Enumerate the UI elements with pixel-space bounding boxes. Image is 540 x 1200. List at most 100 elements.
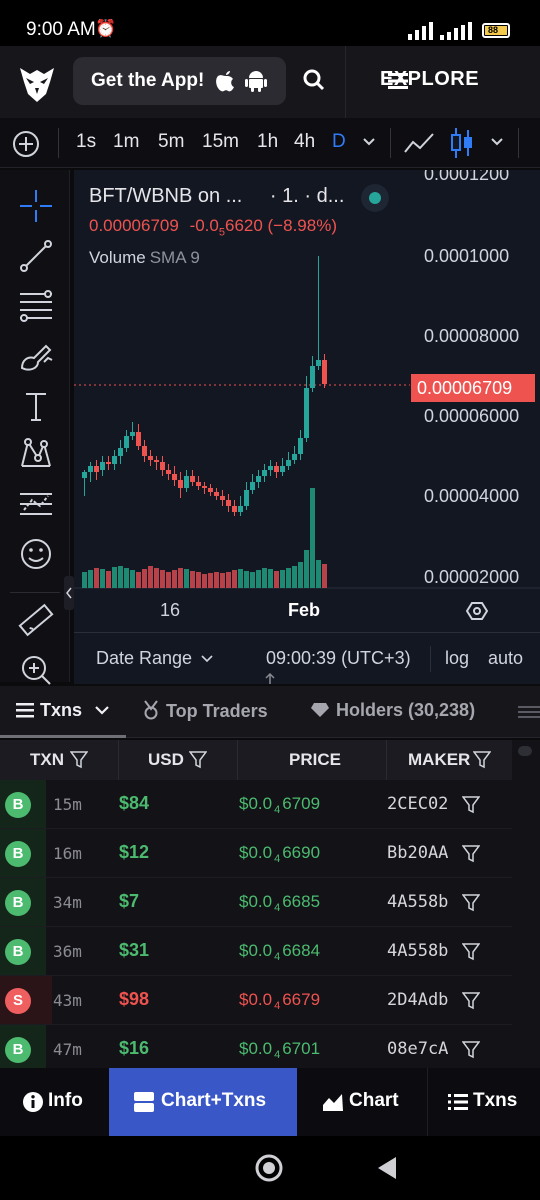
- txn-type-badge: B: [5, 890, 31, 916]
- volume-legend[interactable]: Volume SMA 9: [89, 248, 200, 268]
- txn-maker[interactable]: 08e7cA: [387, 1039, 448, 1059]
- volume-bar: [190, 571, 195, 588]
- back-button-icon[interactable]: [376, 1156, 398, 1180]
- filter-icon[interactable]: [462, 992, 480, 1010]
- timeframe-d[interactable]: D: [332, 131, 346, 153]
- log-scale-button[interactable]: log: [445, 648, 469, 669]
- txn-age: 15m: [53, 795, 82, 814]
- txn-maker[interactable]: Bb20AA: [387, 843, 448, 863]
- table-row[interactable]: B 47m $16 $0.0 4 6701 08e7cA: [0, 1025, 512, 1068]
- chevron-down-icon[interactable]: [362, 137, 376, 147]
- volume-bar: [310, 488, 315, 588]
- logo-icon[interactable]: [16, 62, 58, 104]
- txn-usd: $98: [119, 989, 150, 1009]
- filter-icon[interactable]: [462, 845, 480, 863]
- volume-bar: [148, 566, 153, 588]
- candle: [310, 366, 315, 388]
- candle: [178, 480, 183, 488]
- volume-bar: [202, 574, 207, 588]
- filter-icon[interactable]: [462, 796, 480, 814]
- filter-icon[interactable]: [189, 751, 207, 769]
- volume-bar: [178, 568, 183, 588]
- txn-usd: $31: [119, 940, 150, 960]
- candle: [154, 460, 159, 462]
- timeframe-5m[interactable]: 5m: [158, 131, 184, 153]
- brush-icon[interactable]: [14, 336, 58, 376]
- price-chart[interactable]: BFT/WBNB on ... · 1. · d... 0.00006709 -…: [74, 170, 540, 684]
- get-app-button[interactable]: Get the App!: [73, 57, 286, 105]
- timeframe-1m[interactable]: 1m: [113, 131, 139, 153]
- emoji-icon[interactable]: [14, 534, 58, 574]
- filter-icon[interactable]: [462, 894, 480, 912]
- filter-icon[interactable]: [462, 1041, 480, 1059]
- candle: [82, 472, 87, 478]
- medal-icon: [144, 700, 158, 720]
- table-row[interactable]: B 36m $31 $0.0 4 6684 4A558b: [0, 927, 512, 976]
- collapse-tools-handle[interactable]: [64, 576, 74, 610]
- home-button-icon[interactable]: [255, 1154, 283, 1182]
- candlestick-icon[interactable]: [450, 126, 474, 160]
- pair-title[interactable]: BFT/WBNB on ... · 1. · d...: [89, 185, 344, 208]
- explore-button[interactable]: EXPLORE: [380, 68, 479, 91]
- filter-icon[interactable]: [462, 943, 480, 961]
- txn-type-badge: B: [5, 841, 31, 867]
- filter-icon[interactable]: [473, 751, 491, 769]
- table-scrollbar[interactable]: [512, 740, 540, 1068]
- txn-maker[interactable]: 2D4Adb: [387, 990, 448, 1010]
- chart-type-chevron-icon[interactable]: [490, 137, 504, 147]
- volume-bar: [184, 569, 189, 588]
- table-header: TXN USD PRICE MAKER: [0, 740, 512, 780]
- auto-scale-button[interactable]: auto: [488, 648, 523, 669]
- timeframe-1s[interactable]: 1s: [76, 131, 96, 153]
- txn-maker[interactable]: 4A558b: [387, 941, 448, 961]
- android-icon: [245, 71, 267, 92]
- crosshair-icon[interactable]: [14, 186, 58, 226]
- volume-bar: [130, 570, 135, 588]
- fib-retracement-icon[interactable]: [14, 286, 58, 326]
- chart-settings-icon[interactable]: [466, 600, 488, 622]
- tab-txns[interactable]: Txns: [16, 700, 109, 721]
- table-row[interactable]: B 15m $84 $0.0 4 6709 2CEC02: [0, 780, 512, 829]
- timeframe-1h[interactable]: 1h: [257, 131, 278, 153]
- apple-icon: [216, 71, 234, 92]
- timeframe-4h[interactable]: 4h: [294, 131, 315, 153]
- volume-bar: [160, 570, 165, 588]
- y-axis-label: 0.00002000: [424, 567, 520, 587]
- line-chart-icon[interactable]: [403, 130, 435, 156]
- txn-maker[interactable]: 2CEC02: [387, 794, 448, 814]
- trend-line-icon[interactable]: [14, 236, 58, 276]
- volume-bar: [286, 568, 291, 588]
- filter-icon[interactable]: [70, 751, 88, 769]
- split-view-icon: [134, 1092, 154, 1112]
- more-tabs-icon[interactable]: [518, 704, 540, 720]
- volume-bar: [172, 570, 177, 588]
- text-tool-icon[interactable]: [14, 386, 58, 426]
- tab-top-traders[interactable]: Top Traders: [142, 700, 268, 722]
- table-row[interactable]: B 34m $7 $0.0 4 6685 4A558b: [0, 878, 512, 927]
- tab-holders[interactable]: Holders (30,238): [310, 700, 475, 721]
- candle: [250, 482, 255, 490]
- nav-txns[interactable]: Txns: [428, 1068, 540, 1136]
- txn-age: 34m: [53, 893, 82, 912]
- nav-info[interactable]: Info: [0, 1068, 109, 1136]
- zoom-in-icon[interactable]: [14, 650, 58, 690]
- date-range-button[interactable]: Date Range: [96, 648, 213, 669]
- chart-clock[interactable]: 09:00:39 (UTC+3): [266, 648, 411, 669]
- ruler-icon[interactable]: [14, 600, 58, 640]
- nav-chart-txns[interactable]: Chart+Txns: [109, 1068, 297, 1136]
- table-row[interactable]: B 16m $12 $0.0 4 6690 Bb20AA: [0, 829, 512, 878]
- last-price-text: 0.00006709: [89, 216, 179, 235]
- candle: [322, 360, 327, 384]
- add-indicator-icon[interactable]: [12, 130, 40, 158]
- nav-chart[interactable]: Chart: [297, 1068, 427, 1136]
- table-row[interactable]: S 43m $98 $0.0 4 6679 2D4Adb: [0, 976, 512, 1025]
- search-icon[interactable]: [303, 69, 325, 91]
- pattern-tool-icon[interactable]: [14, 434, 58, 474]
- x-axis-label: 16: [160, 600, 181, 620]
- forecast-tool-icon[interactable]: [14, 484, 58, 524]
- txn-maker[interactable]: 4A558b: [387, 892, 448, 912]
- txn-price: $0.0 4 6684: [239, 941, 321, 964]
- ohlc-row: 0.00006709 -0.056620 (−8.98%): [89, 216, 337, 238]
- timeframe-15m[interactable]: 15m: [202, 131, 239, 153]
- volume-bar: [166, 572, 171, 588]
